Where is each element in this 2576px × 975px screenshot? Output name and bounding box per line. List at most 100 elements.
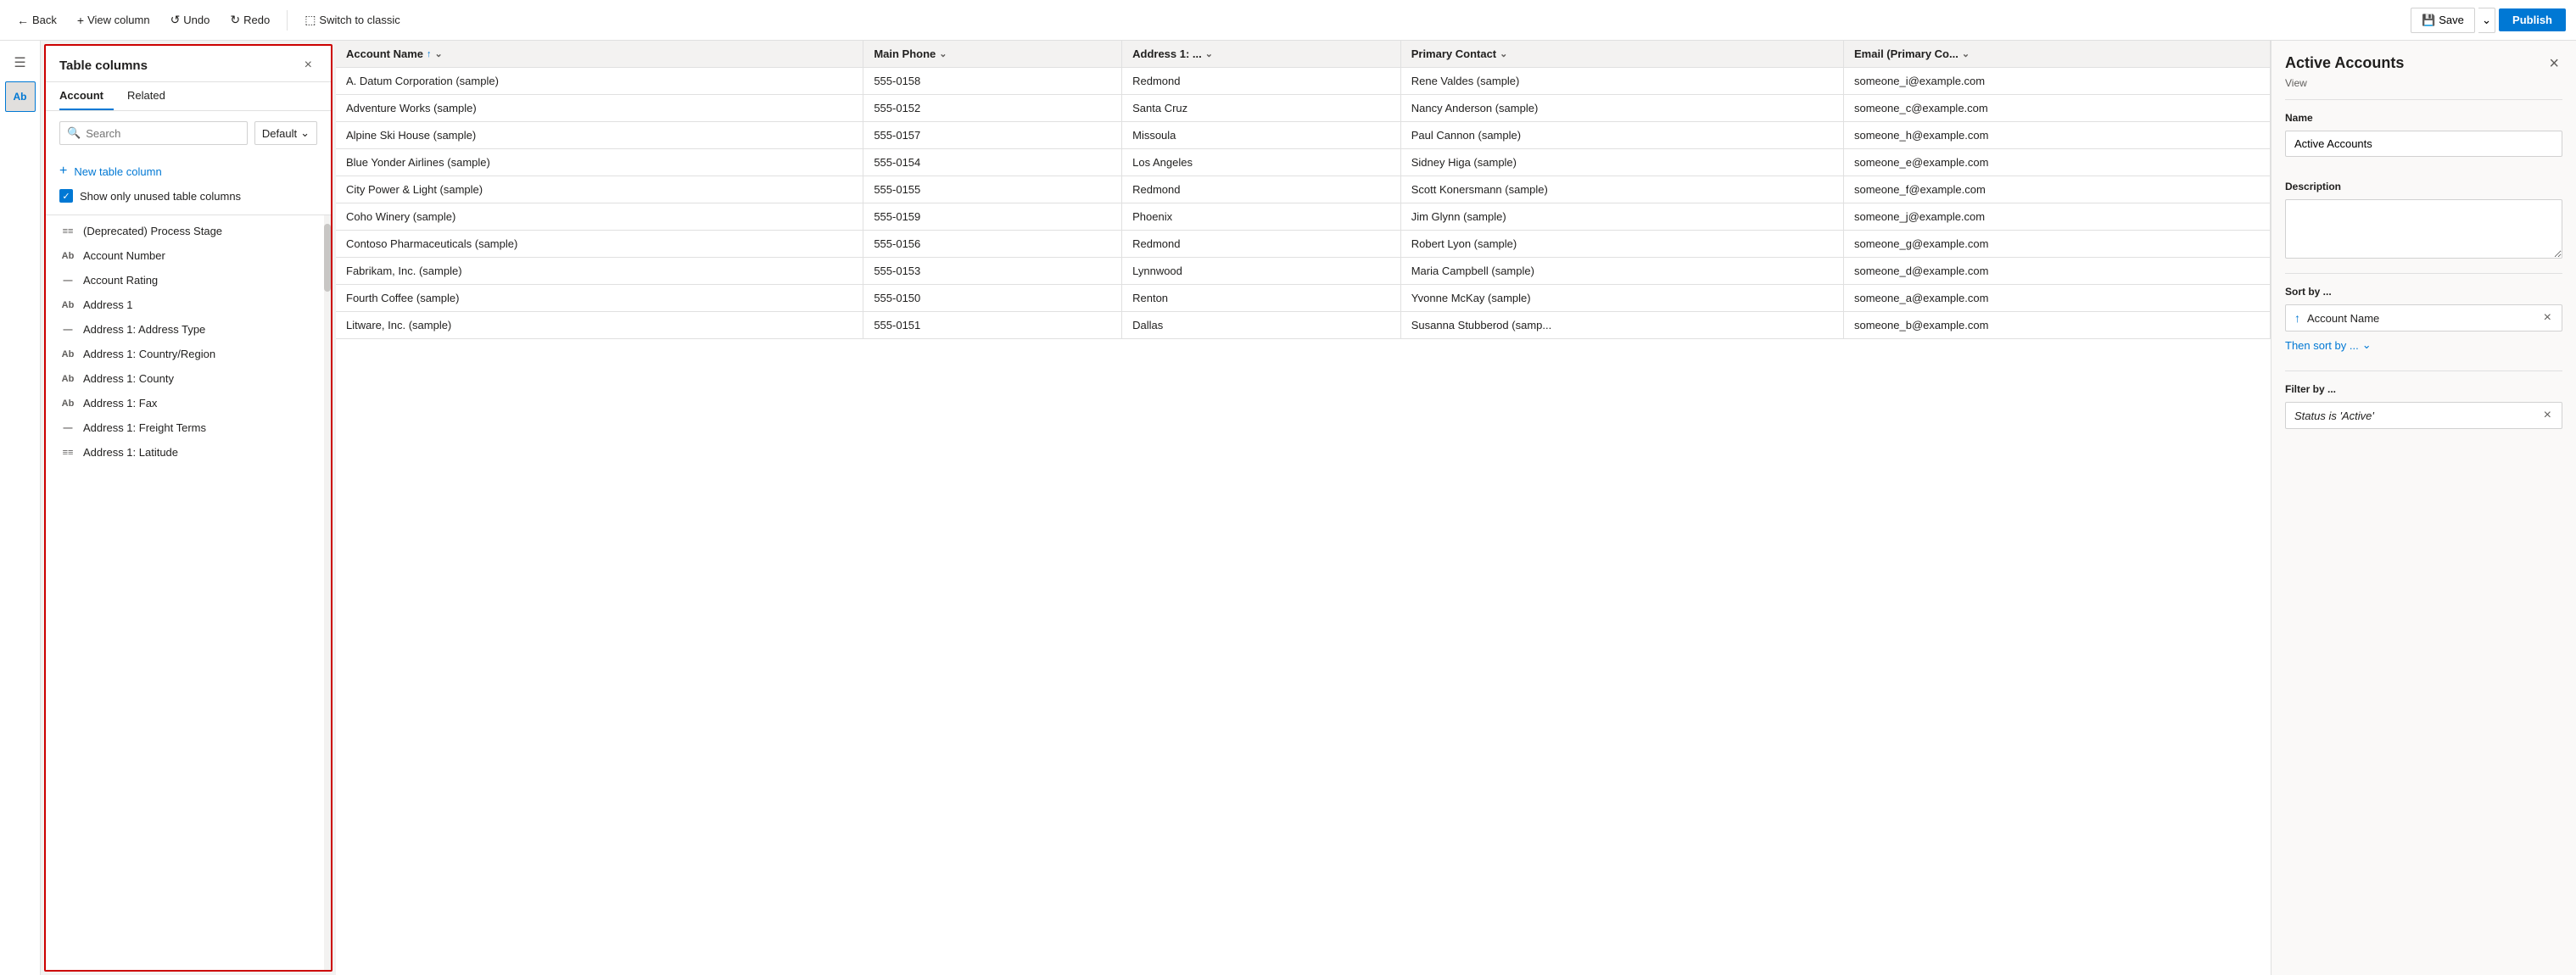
hamburger-icon[interactable]: ☰ [5,47,36,78]
filter-icon[interactable]: ⌄ [435,48,443,59]
undo-button[interactable]: ↺ Undo [164,9,217,31]
table-row[interactable]: Alpine Ski House (sample)555-0157Missoul… [336,122,2271,149]
sort-item: ↑ Account Name × [2285,304,2562,332]
cell-email: someone_b@example.com [1844,312,2271,339]
table-row[interactable]: Fourth Coffee (sample)555-0150RentonYvon… [336,285,2271,312]
default-label: Default [262,127,297,140]
back-icon: ← [17,14,29,27]
table-row[interactable]: Contoso Pharmaceuticals (sample)555-0156… [336,231,2271,258]
switch-classic-button[interactable]: ⬚ Switch to classic [298,9,407,31]
cell-name: Fabrikam, Inc. (sample) [336,258,863,285]
right-panel-close-button[interactable]: × [2545,54,2562,74]
column-label: Primary Contact [1411,47,1496,60]
search-box: 🔍 [59,121,248,145]
col-type-icon: ≡≡ [59,226,76,237]
column-list-item[interactable]: — Address 1: Freight Terms [46,415,331,440]
right-panel-header: Active Accounts × [2271,41,2576,77]
cell-contact: Yvonne McKay (sample) [1400,285,1843,312]
column-list-item[interactable]: Ab Account Number [46,243,331,268]
cell-phone: 555-0154 [863,149,1122,176]
filter-section: Filter by ... Status is 'Active' × [2271,371,2576,441]
view-column-button[interactable]: + View column [70,10,157,31]
grid-column-header[interactable]: Primary Contact ⌄ [1400,41,1843,68]
filter-item: Status is 'Active' × [2285,402,2562,429]
filter-icon[interactable]: ⌄ [939,48,947,59]
filter-icon[interactable]: ⌄ [1500,48,1507,59]
show-unused-row[interactable]: Show only unused table columns [59,184,317,208]
table-row[interactable]: A. Datum Corporation (sample)555-0158Red… [336,68,2271,95]
toolbar-right: 💾 Save ⌄ Publish [2411,8,2566,33]
filter-label: Filter by ... [2285,383,2562,395]
col-type-icon: Ab [59,300,76,310]
column-list-item[interactable]: ≡≡ (Deprecated) Process Stage [46,219,331,243]
tab-account[interactable]: Account [59,82,114,110]
table-row[interactable]: Blue Yonder Airlines (sample)555-0154Los… [336,149,2271,176]
description-input[interactable] [2285,199,2562,259]
name-input[interactable] [2285,131,2562,157]
cell-email: someone_e@example.com [1844,149,2271,176]
column-list-item[interactable]: Ab Address 1: County [46,366,331,391]
column-list-item[interactable]: — Address 1: Address Type [46,317,331,342]
redo-button[interactable]: ↻ Redo [223,9,277,31]
column-list-item[interactable]: Ab Address 1: Country/Region [46,342,331,366]
col-type-icon: ≡≡ [59,448,76,458]
grid-column-header[interactable]: Address 1: ... ⌄ [1122,41,1401,68]
col-item-label: Address 1: Fax [83,397,157,410]
text-field-icon[interactable]: Ab [5,81,36,112]
col-type-icon: Ab [59,251,76,261]
col-type-icon: — [59,325,76,335]
table-row[interactable]: Adventure Works (sample)555-0152Santa Cr… [336,95,2271,122]
column-list-item[interactable]: Ab Address 1 [46,292,331,317]
save-button[interactable]: 💾 Save [2411,8,2475,33]
description-label: Description [2285,181,2562,192]
back-button[interactable]: ← Back [10,10,64,31]
cell-phone: 555-0150 [863,285,1122,312]
col-item-label: Address 1: County [83,372,174,385]
new-table-column-button[interactable]: + New table column [59,159,162,184]
name-label: Name [2285,112,2562,124]
col-item-label: Account Number [83,249,165,262]
filter-icon[interactable]: ⌄ [1962,48,1970,59]
then-sort-row[interactable]: Then sort by ... ⌄ [2285,332,2562,359]
table-row[interactable]: City Power & Light (sample)555-0155Redmo… [336,176,2271,203]
save-dropdown-button[interactable]: ⌄ [2478,8,2495,33]
cell-email: someone_d@example.com [1844,258,2271,285]
grid-column-header[interactable]: Account Name ↑ ⌄ [336,41,863,68]
cell-address: Los Angeles [1122,149,1401,176]
sort-label: Sort by ... [2285,286,2562,298]
default-dropdown[interactable]: Default ⌄ [254,121,317,145]
cell-contact: Jim Glynn (sample) [1400,203,1843,231]
filter-icon[interactable]: ⌄ [1205,48,1213,59]
view-column-label: View column [87,14,149,26]
column-list-item[interactable]: — Account Rating [46,268,331,292]
then-sort-icon: ⌄ [2362,338,2372,352]
sort-section: Sort by ... ↑ Account Name × Then sort b… [2271,274,2576,370]
search-input[interactable] [86,127,240,140]
data-grid[interactable]: Account Name ↑ ⌄ Main Phone ⌄ Address 1:… [336,41,2271,975]
sort-remove-button[interactable]: × [2542,310,2553,326]
column-list-item[interactable]: Ab Address 1: Fax [46,391,331,415]
show-unused-checkbox[interactable] [59,189,73,203]
back-label: Back [32,14,57,26]
table-row[interactable]: Coho Winery (sample)555-0159PhoenixJim G… [336,203,2271,231]
publish-button[interactable]: Publish [2499,8,2566,31]
scrollbar-thumb[interactable] [324,224,331,292]
panel-close-button[interactable]: × [299,56,317,75]
grid-header: Account Name ↑ ⌄ Main Phone ⌄ Address 1:… [336,41,2271,68]
cell-name: A. Datum Corporation (sample) [336,68,863,95]
table-row[interactable]: Litware, Inc. (sample)555-0151DallasSusa… [336,312,2271,339]
column-list-item[interactable]: ≡≡ Address 1: Latitude [46,440,331,465]
panel-actions: + New table column Show only unused tabl… [46,152,331,215]
filter-remove-button[interactable]: × [2542,408,2553,423]
cell-phone: 555-0159 [863,203,1122,231]
grid-column-header[interactable]: Main Phone ⌄ [863,41,1122,68]
table-row[interactable]: Fabrikam, Inc. (sample)555-0153LynnwoodM… [336,258,2271,285]
tab-related[interactable]: Related [127,82,176,110]
scrollbar-track[interactable] [324,215,331,970]
toolbar-separator [287,10,288,31]
cell-contact: Nancy Anderson (sample) [1400,95,1843,122]
col-item-label: Account Rating [83,274,158,287]
grid-column-header[interactable]: Email (Primary Co... ⌄ [1844,41,2271,68]
col-type-icon: Ab [59,349,76,359]
save-label: Save [2439,14,2464,26]
